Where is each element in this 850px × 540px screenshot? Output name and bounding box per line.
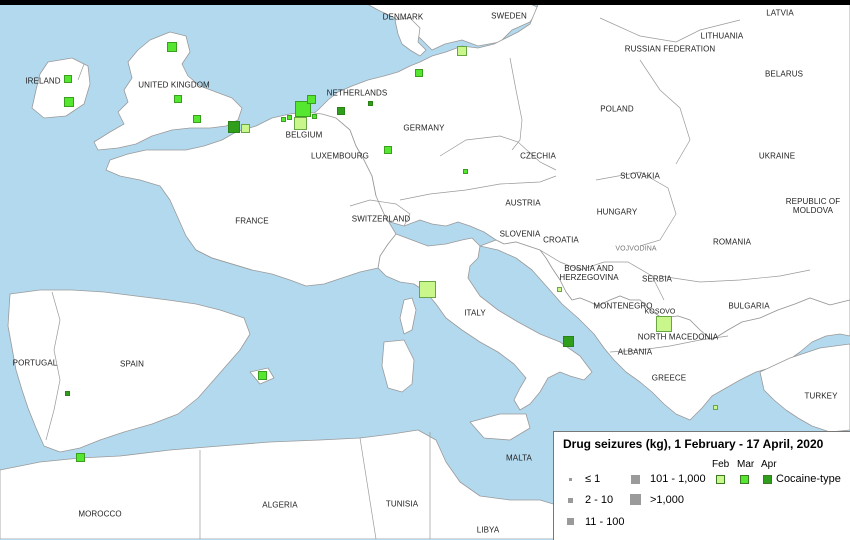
label-moldova: REPUBLIC OF MOLDOVA xyxy=(785,197,841,215)
top-bar xyxy=(0,0,850,5)
size-label-3: 11 - 100 xyxy=(585,516,625,528)
seizure-marker xyxy=(281,117,286,122)
seizure-marker xyxy=(294,117,307,130)
swatch-feb xyxy=(716,475,725,484)
label-romania: ROMANIA xyxy=(712,237,752,247)
seizure-marker xyxy=(419,281,436,298)
label-uk: UNITED KINGDOM xyxy=(138,80,210,90)
seizure-marker xyxy=(563,336,574,347)
seizure-marker xyxy=(713,405,718,410)
seizure-marker xyxy=(258,371,267,380)
label-germany: GERMANY xyxy=(403,123,445,133)
seizure-marker xyxy=(307,95,316,104)
label-bosnia: BOSNIA AND HERZEGOVINA xyxy=(559,264,619,282)
label-russia: RUSSIAN FEDERATION xyxy=(624,44,716,54)
label-vojvodina: VOJVODINA xyxy=(615,245,657,253)
label-morocco: MOROCCO xyxy=(78,509,122,519)
label-france: FRANCE xyxy=(235,216,269,226)
label-malta: MALTA xyxy=(506,453,532,463)
label-croatia: CROATIA xyxy=(543,235,579,245)
label-albania: ALBANIA xyxy=(617,347,653,357)
legend-title: Drug seizures (kg), 1 February - 17 Apri… xyxy=(563,437,824,451)
label-algeria: ALGERIA xyxy=(262,500,298,510)
size-swatch-4 xyxy=(631,475,640,484)
seizure-marker xyxy=(65,391,70,396)
label-belgium: BELGIUM xyxy=(285,130,323,140)
label-austria: AUSTRIA xyxy=(505,198,541,208)
label-serbia: SERBIA xyxy=(642,274,672,284)
label-netherlands: NETHERLANDS xyxy=(326,88,388,98)
swatch-apr xyxy=(763,475,772,484)
label-belarus: BELARUS xyxy=(764,69,804,79)
size-label-2: 2 - 10 xyxy=(585,494,614,506)
label-greece: GREECE xyxy=(651,373,687,383)
seizure-marker xyxy=(337,107,345,115)
size-label-5: >1,000 xyxy=(650,494,684,506)
seizure-marker xyxy=(76,453,85,462)
label-poland: POLAND xyxy=(600,104,634,114)
label-slovenia: SLOVENIA xyxy=(499,229,541,239)
label-lithuania: LITHUANIA xyxy=(700,31,744,41)
seizure-marker xyxy=(228,121,240,133)
seizure-marker xyxy=(241,124,250,133)
label-turkey: TURKEY xyxy=(804,391,838,401)
seizure-marker xyxy=(463,169,468,174)
label-sweden: SWEDEN xyxy=(491,11,527,21)
month-label-apr: Apr xyxy=(761,459,777,470)
size-label-1: ≤ 1 xyxy=(585,473,601,485)
label-slovakia: SLOVAKIA xyxy=(620,171,660,181)
label-libya: LIBYA xyxy=(476,525,500,535)
month-label-mar: Mar xyxy=(737,459,755,470)
label-spain: SPAIN xyxy=(120,359,144,369)
month-label-feb: Feb xyxy=(712,459,730,470)
seizure-marker xyxy=(287,115,292,120)
seizure-marker xyxy=(557,287,562,292)
label-kosovo: KOSOVO xyxy=(644,308,676,316)
size-label-4: 101 - 1,000 xyxy=(650,473,706,485)
label-luxembourg: LUXEMBOURG xyxy=(311,151,369,161)
seizure-marker xyxy=(384,146,392,154)
label-ukraine: UKRAINE xyxy=(758,151,796,161)
label-latvia: LATVIA xyxy=(766,8,794,18)
label-tunisia: TUNISIA xyxy=(385,499,419,509)
label-czechia: CZECHIA xyxy=(520,151,556,161)
drug-type-label: Cocaine-type xyxy=(776,473,841,485)
seizure-marker xyxy=(415,69,423,77)
size-swatch-2 xyxy=(568,498,573,503)
label-portugal: PORTUGAL xyxy=(12,358,58,368)
label-hungary: HUNGARY xyxy=(596,207,638,217)
seizure-marker xyxy=(64,75,72,83)
seizure-marker xyxy=(312,114,317,119)
seizure-marker xyxy=(193,115,201,123)
size-swatch-3 xyxy=(567,518,574,525)
seizure-marker xyxy=(457,46,467,56)
label-ireland: IRELAND xyxy=(25,76,61,86)
seizure-marker xyxy=(174,95,182,103)
size-swatch-5 xyxy=(630,494,641,505)
seizure-marker xyxy=(64,97,74,107)
label-denmark: DENMARK xyxy=(382,12,424,22)
size-swatch-1 xyxy=(569,478,572,481)
legend: Drug seizures (kg), 1 February - 17 Apri… xyxy=(553,431,850,540)
label-italy: ITALY xyxy=(464,308,486,318)
swatch-mar xyxy=(740,475,749,484)
label-north-macedonia: NORTH MACEDONIA xyxy=(637,332,719,342)
seizure-marker xyxy=(656,316,672,332)
seizure-marker xyxy=(167,42,177,52)
seizure-marker xyxy=(368,101,373,106)
label-bulgaria: BULGARIA xyxy=(728,301,770,311)
label-switzerland: SWITZERLAND xyxy=(351,214,411,224)
